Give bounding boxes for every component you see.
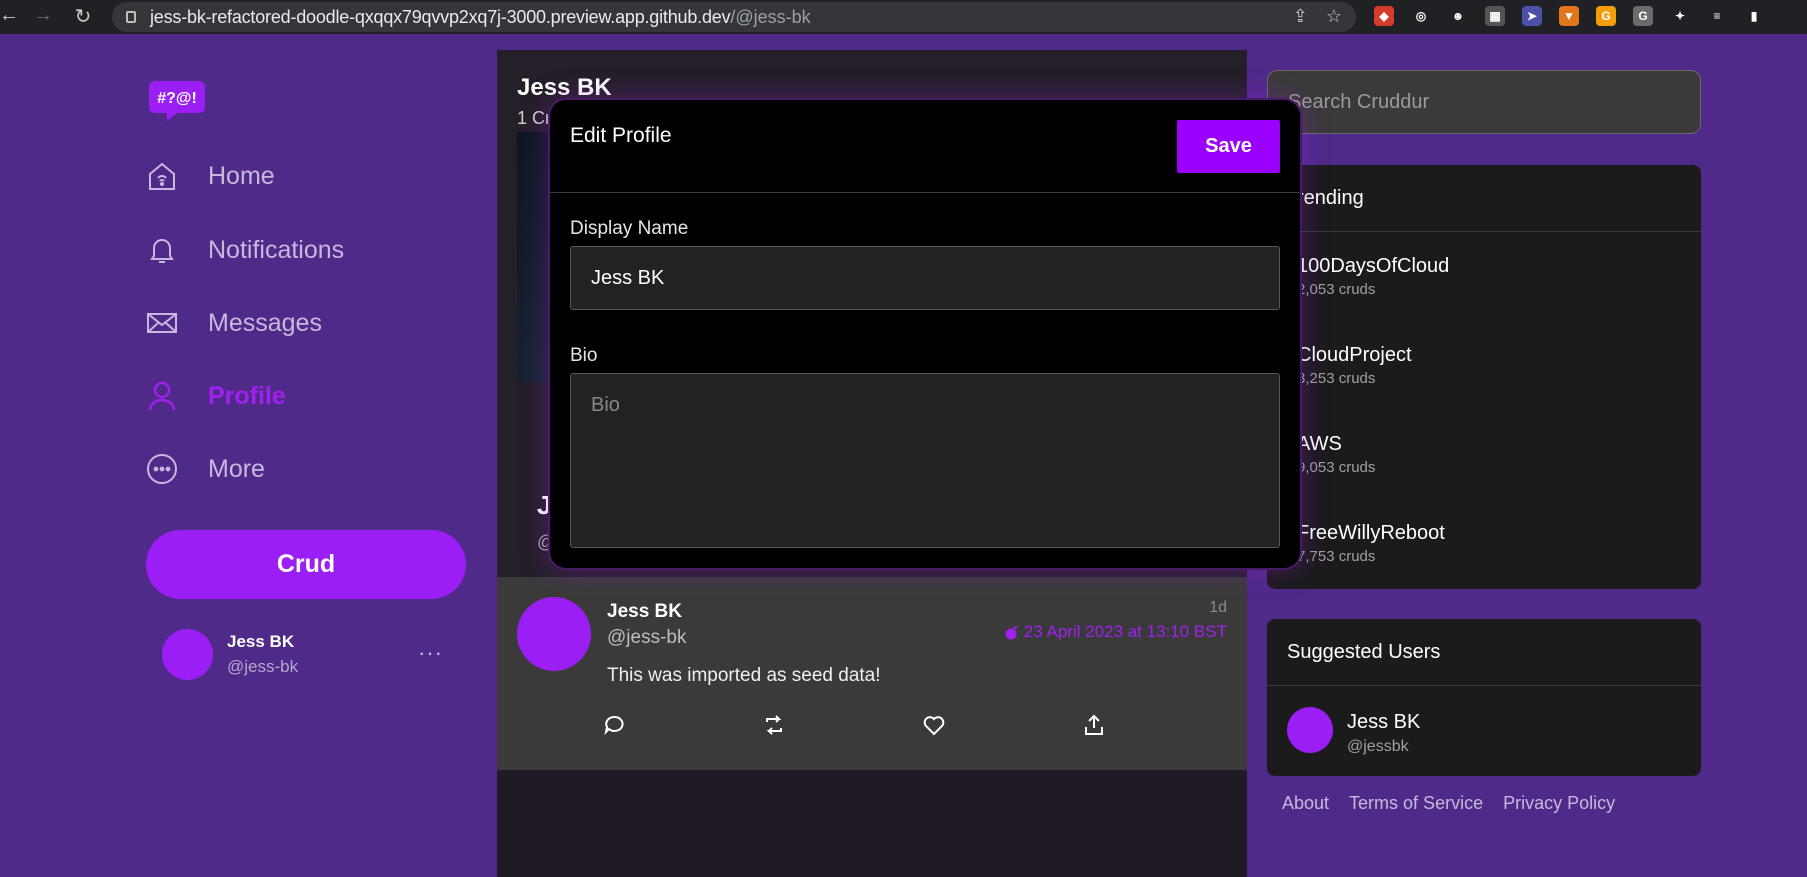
cursor-extension-icon[interactable]: ➤ [1522,6,1542,26]
profile-crud-count: 1 Cr [517,108,552,128]
heart-icon[interactable] [922,713,946,737]
bomb-icon [1005,625,1018,640]
about-link[interactable]: About [1282,793,1329,814]
post-expiry: 23 April 2023 at 13:10 BST [1004,622,1227,642]
cruddur-logo[interactable]: #?@! [147,75,207,123]
trend-item[interactable]: AWS 9,053 cruds [1297,433,1375,476]
search-input[interactable] [1267,70,1701,134]
trend-count: 3,253 cruds [1297,370,1376,387]
share-icon[interactable]: ⇪ [1293,6,1308,27]
privacy-link[interactable]: Privacy Policy [1503,793,1615,814]
post-avatar[interactable] [517,597,591,671]
trending-title: rending [1267,165,1701,232]
lock-icon [126,11,136,23]
trend-item[interactable]: CloudProject 3,253 cruds [1297,344,1412,387]
nav-item-messages[interactable]: Messages [146,307,322,339]
honey-extension-icon[interactable]: G [1596,6,1616,26]
more-circle-icon [147,454,177,484]
red-extension-icon[interactable]: ◆ [1374,6,1394,26]
crud-button[interactable]: Crud [146,530,466,599]
activity-item[interactable]: Jess BK @jess-bk 1d 23 April 2023 at 13:… [497,577,1247,770]
trend-count: 9,053 cruds [1297,459,1376,476]
grid-extension-icon[interactable]: ▦ [1485,6,1505,26]
trending-card: rending 100DaysOfCloud 2,053 cruds Cloud… [1267,165,1701,589]
trend-item[interactable]: 100DaysOfCloud 2,053 cruds [1297,255,1449,298]
terms-link[interactable]: Terms of Service [1349,793,1483,814]
suggested-user-name[interactable]: Jess BK [1347,711,1420,734]
back-icon[interactable]: ← [0,4,26,27]
current-user-handle: @jess-bk [227,657,299,676]
url-path: /@jess-bk [730,6,811,27]
home-icon [149,162,175,190]
save-button[interactable]: Save [1177,120,1280,173]
nav-label-messages: Messages [208,308,322,337]
nav-item-home[interactable]: Home [146,160,275,192]
trend-count: 2,053 cruds [1297,281,1376,298]
edit-profile-dialog: Edit Profile Save Display Name Bio [550,100,1300,568]
avatar[interactable] [162,629,213,680]
trend-name: 100DaysOfCloud [1297,255,1450,277]
star-icon[interactable]: ☆ [1326,6,1342,27]
reload-icon[interactable]: ↻ [66,4,100,29]
address-bar[interactable]: jess-bk-refactored-doodle-qxqqx79qvvp2xq… [112,2,1356,32]
post-author-handle[interactable]: @jess-bk [607,627,686,649]
current-user-name: Jess BK [227,632,295,651]
extensions-bar: ◆ ◎ ☻ ▦ ➤ ▼ G G ✦ ≡ ▮ [1374,6,1764,26]
puzzle-extension-icon[interactable]: ✦ [1670,6,1690,26]
nav-label-profile: Profile [208,381,286,410]
user-icon [148,381,176,411]
envelope-icon [147,313,177,333]
dialog-title: Edit Profile [570,124,672,147]
post-author-name[interactable]: Jess BK [607,601,682,623]
nav-label-home: Home [208,161,275,190]
display-name-field[interactable] [570,246,1280,310]
post-age: 1d [1209,599,1227,616]
trend-count: 7,753 cruds [1297,548,1376,565]
post-actions [602,713,1106,737]
suggested-user-handle[interactable]: @jessbk [1347,738,1409,756]
trend-name: CloudProject [1297,344,1412,366]
target-extension-icon[interactable]: ◎ [1411,6,1431,26]
bio-label: Bio [570,345,598,366]
profile-title: Jess BK [517,74,612,101]
nav-item-more[interactable]: More [146,453,265,485]
face-extension-icon[interactable]: ☻ [1448,6,1468,26]
footer-links: About Terms of Service Privacy Policy [1282,793,1615,814]
nav-item-notifications[interactable]: Notifications [146,234,344,266]
reply-icon[interactable] [602,713,626,737]
display-name-label: Display Name [570,218,689,239]
user-menu-more-icon[interactable]: ··· [418,640,443,666]
sidepanel-icon[interactable]: ▮ [1744,6,1764,26]
post-expiry-date: 23 April 2023 at 13:10 BST [1023,622,1227,641]
bio-field[interactable] [570,373,1280,548]
grammarly-extension-icon[interactable]: G [1633,6,1653,26]
logo-text: #?@! [157,90,197,107]
metamask-extension-icon[interactable]: ▼ [1559,6,1579,26]
suggested-users-card: Suggested Users Jess BK @jessbk [1267,619,1701,776]
forward-icon[interactable]: → [26,4,60,27]
share-post-icon[interactable] [1082,713,1106,737]
nav-label-more: More [208,454,265,483]
trend-name: FreeWillyReboot [1297,522,1445,544]
divider [550,192,1300,193]
post-message: This was imported as seed data! [607,665,881,686]
trend-item[interactable]: FreeWillyReboot 7,753 cruds [1297,522,1445,565]
nav-label-notifications: Notifications [208,235,345,264]
url-host: jess-bk-refactored-doodle-qxqqx79qvvp2xq… [150,6,731,27]
suggested-users-title: Suggested Users [1267,619,1701,686]
trend-name: AWS [1297,433,1342,455]
suggested-user-avatar[interactable] [1287,707,1333,753]
reading-list-icon[interactable]: ≡ [1707,6,1727,26]
nav-item-profile[interactable]: Profile [146,380,286,412]
browser-toolbar: ← → ↻ jess-bk-refactored-doodle-qxqqx79q… [0,0,1807,34]
bell-icon [150,239,174,263]
repost-icon[interactable] [762,713,786,737]
